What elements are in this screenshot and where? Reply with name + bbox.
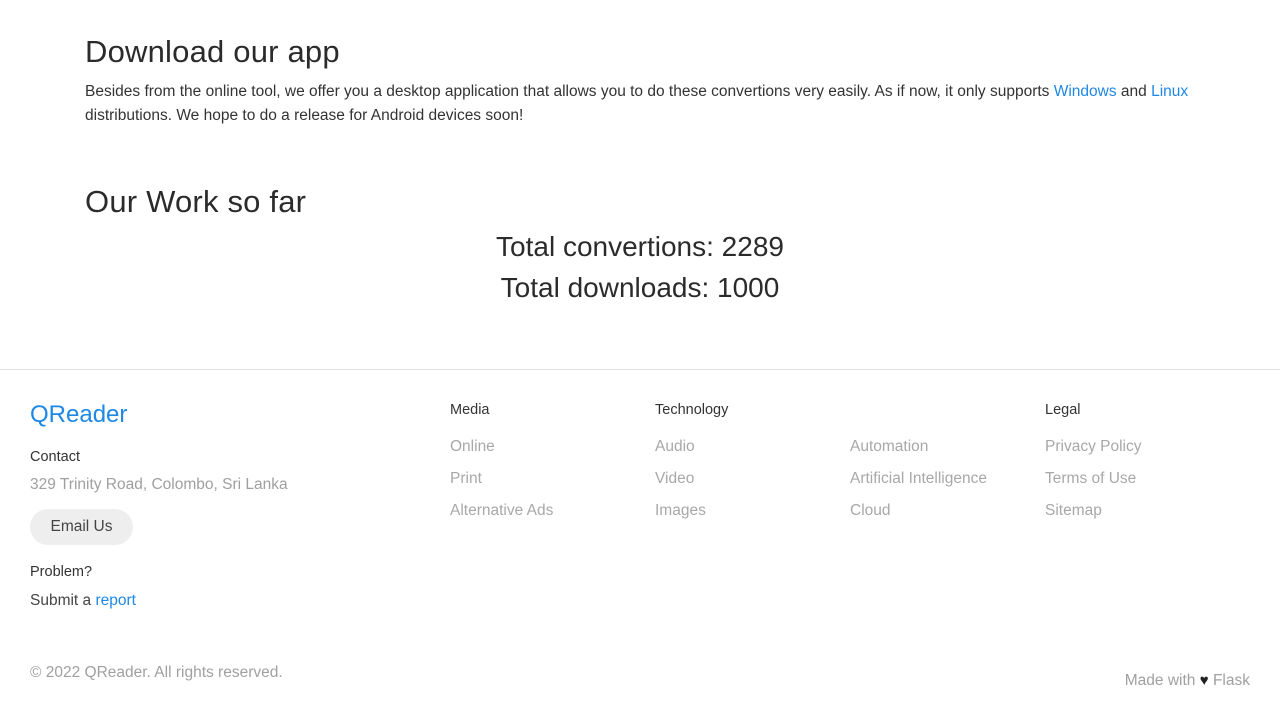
column-title: Legal [1045,402,1081,418]
footer: QReader Contact 329 Trinity Road, Colomb… [0,369,1280,721]
column-title: Technology [655,402,729,418]
work-title: Our Work so far [85,184,307,219]
footer-link-cloud[interactable]: Cloud [850,495,987,527]
footer-column-technology-2: Automation Artificial Intelligence Cloud [850,401,987,527]
windows-link[interactable]: Windows [1054,83,1117,100]
footer-link-audio[interactable]: Audio [655,431,728,463]
footer-column-media: Media Online Print Alternative Ads [450,401,553,527]
submit-report: Submit a report [30,592,136,610]
footer-link-automation[interactable]: Automation [850,431,987,463]
footer-link-print[interactable]: Print [450,463,553,495]
footer-column-legal: Legal Privacy Policy Terms of Use Sitema… [1045,401,1141,527]
report-link[interactable]: report [95,592,136,609]
heart-icon: ♥ [1199,672,1209,689]
footer-column-technology: Technology Audio Video Images [655,401,728,527]
footer-link-images[interactable]: Images [655,495,728,527]
footer-link-alternative-ads[interactable]: Alternative Ads [450,495,553,527]
made-with-text: Made with [1124,672,1196,689]
footer-link-online[interactable]: Online [450,431,553,463]
download-section: Download our app Besides from the online… [85,33,1195,128]
stats: Total convertions: 2289 Total downloads:… [0,226,1280,308]
footer-link-video[interactable]: Video [655,463,728,495]
column-title [850,401,987,431]
made-with-tech: Flask [1212,672,1250,689]
total-downloads: Total downloads: 1000 [500,272,780,303]
download-text: Besides from the online tool, we offer y… [85,83,1054,100]
column-title: Media [450,402,490,418]
linux-link[interactable]: Linux [1151,83,1188,100]
problem-label: Problem? [30,564,93,580]
total-conversions: Total convertions: 2289 [496,231,784,262]
download-text-after: distributions. We hope to do a release f… [85,107,524,124]
footer-link-terms-of-use[interactable]: Terms of Use [1045,463,1141,495]
made-with: Made with ♥ Flask [1125,672,1250,690]
footer-link-artificial-intelligence[interactable]: Artificial Intelligence [850,463,987,495]
download-description: Besides from the online tool, we offer y… [85,80,1195,128]
download-text-and: and [1116,83,1152,100]
copyright: © 2022 QReader. All rights reserved. [30,664,283,681]
address: 329 Trinity Road, Colombo, Sri Lanka [30,476,288,493]
footer-link-sitemap[interactable]: Sitemap [1045,495,1141,527]
footer-brand[interactable]: QReader [30,401,127,429]
footer-link-privacy-policy[interactable]: Privacy Policy [1045,431,1141,463]
download-title: Download our app [85,34,340,69]
email-us-button[interactable]: Email Us [30,509,133,545]
submit-text: Submit a [30,592,96,609]
contact-label: Contact [30,449,80,465]
work-section: Our Work so far [85,183,1195,221]
